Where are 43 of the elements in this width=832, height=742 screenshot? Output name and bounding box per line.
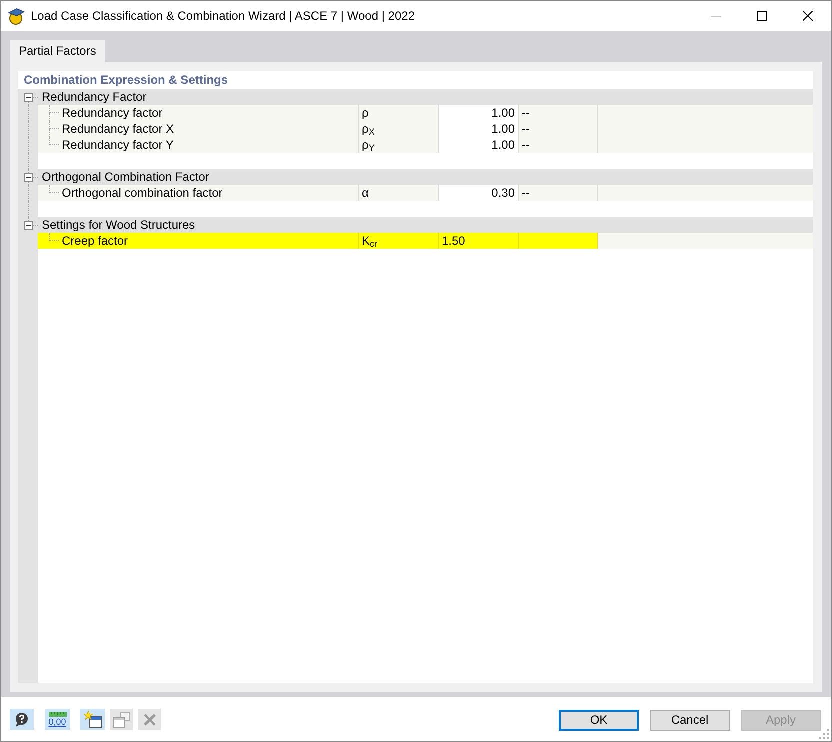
parameter-symbol: ρ <box>362 106 369 120</box>
dialog-button[interactable]: Cancel <box>650 710 730 731</box>
ruler-icon <box>48 712 66 717</box>
windows-icon <box>113 712 130 728</box>
group-header[interactable]: Redundancy Factor <box>38 89 813 105</box>
unit-text: -- <box>522 137 530 153</box>
group-header[interactable]: Settings for Wood Structures <box>38 217 813 233</box>
maximize-icon <box>757 11 767 21</box>
minus-box-icon[interactable] <box>24 93 33 102</box>
minus-box-icon[interactable] <box>24 173 33 182</box>
dialog-button[interactable]: OK <box>559 710 639 731</box>
tab[interactable]: Partial Factors <box>10 40 106 62</box>
unit-text: -- <box>522 121 530 137</box>
unit-text: -- <box>522 105 530 121</box>
resize-grip-icon[interactable] <box>819 729 829 739</box>
parameter-name: Redundancy factor <box>62 105 163 121</box>
new-window-button[interactable] <box>80 709 105 730</box>
section-heading: Combination Expression & Settings <box>23 72 228 89</box>
parameter-symbol: α <box>362 186 369 200</box>
parameter-symbol: ρ$_{X}$ <box>362 122 375 136</box>
parameter-symbol: K$_{cr}$ <box>362 234 378 248</box>
help-icon <box>14 712 30 728</box>
parameter-name: Orthogonal combination factor <box>62 185 223 201</box>
value-cell[interactable]: 1.00 <box>438 105 518 121</box>
minus-box-icon[interactable] <box>24 221 33 230</box>
help-button[interactable] <box>10 709 34 730</box>
window-title: Load Case Classification & Combination Wizard | ASCE 7 | Wood | 2022 <box>31 8 415 25</box>
decimal-places-text: 0,00 <box>48 717 66 727</box>
window-star-icon <box>84 711 102 728</box>
group-header[interactable]: Orthogonal Combination Factor <box>38 169 813 185</box>
parameter-name: Redundancy factor Y <box>62 137 174 153</box>
parameter-row[interactable]: Creep factor K$_{cr}$ 1.50 <box>38 233 598 249</box>
decimal-places-button[interactable]: 0,00 <box>45 709 70 730</box>
value-cell[interactable]: 0.30 <box>438 185 518 201</box>
close-icon <box>803 11 813 21</box>
app-icon <box>8 8 25 24</box>
value-cell[interactable]: 1.00 <box>438 137 518 153</box>
parameter-symbol: ρ$_{Y}$ <box>362 138 375 152</box>
parameter-name: Redundancy factor X <box>62 121 174 137</box>
parameter-name: Creep factor <box>62 233 128 249</box>
cross-icon <box>144 714 156 726</box>
unit-text: -- <box>522 185 530 201</box>
value-cell[interactable]: 1.00 <box>438 121 518 137</box>
